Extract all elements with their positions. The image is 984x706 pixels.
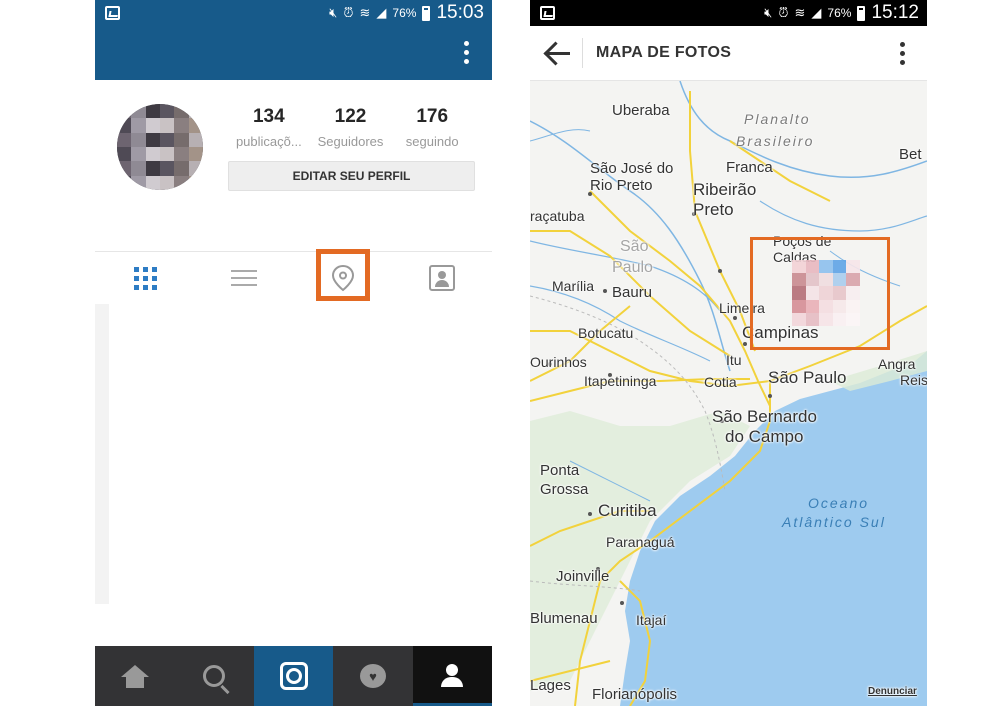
grid-icon bbox=[133, 266, 157, 290]
map-label: Blumenau bbox=[530, 610, 598, 627]
map-label: Florianópolis bbox=[592, 686, 678, 703]
stat-value: 122 bbox=[334, 106, 367, 127]
map-label: Lages bbox=[530, 677, 571, 694]
map-label: Curitiba bbox=[598, 501, 657, 520]
map-label: São Paulo bbox=[768, 368, 847, 387]
tab-list[interactable] bbox=[226, 260, 262, 296]
map-label: Paranaguá bbox=[606, 534, 675, 550]
map-label: Angra bbox=[878, 356, 916, 372]
search-icon bbox=[203, 665, 226, 687]
map-label: Reis bbox=[900, 372, 927, 388]
battery-percent: 76% bbox=[392, 6, 417, 20]
stat-posts[interactable]: 134 publicaçõ... bbox=[228, 106, 310, 149]
home-icon bbox=[120, 665, 149, 688]
highlight-annotation bbox=[750, 237, 890, 350]
map-label: Atlântico Sul bbox=[782, 514, 886, 530]
edit-profile-button[interactable]: EDITAR SEU PERFIL bbox=[228, 161, 475, 191]
map-label: Uberaba bbox=[612, 102, 670, 119]
map-label: Ponta bbox=[540, 462, 580, 479]
map-label: Preto bbox=[693, 200, 734, 219]
overflow-menu-icon[interactable] bbox=[464, 41, 470, 67]
stat-label: Seguidores bbox=[317, 134, 384, 149]
nav-camera[interactable] bbox=[253, 646, 334, 706]
map-label: Planalto bbox=[744, 111, 811, 127]
tab-grid[interactable] bbox=[127, 260, 163, 296]
content-edge bbox=[95, 304, 109, 604]
highlight-annotation bbox=[316, 249, 370, 301]
map-label: Ribeirão bbox=[693, 180, 757, 199]
mute-icon: 🔇︎ bbox=[764, 5, 773, 20]
signal-icon: ◢ bbox=[811, 5, 822, 20]
tagged-photos-icon bbox=[429, 265, 455, 291]
signal-icon: ◢ bbox=[376, 5, 387, 20]
photo-map[interactable]: Uberaba Planalto Brasileiro Franca Bet S… bbox=[530, 81, 927, 706]
gallery-notification-icon bbox=[105, 6, 120, 20]
divider bbox=[582, 38, 583, 68]
alarm-icon: ⏰︎ bbox=[778, 5, 789, 20]
nav-activity[interactable]: ♥ bbox=[333, 646, 412, 706]
back-arrow-icon[interactable] bbox=[544, 42, 570, 64]
map-label: Ourinhos bbox=[530, 354, 587, 370]
app-header: 🔇︎ ⏰︎ ≋ ◢ 76% 15:03 bbox=[95, 0, 492, 80]
stat-followers[interactable]: 122 Seguidores bbox=[310, 106, 392, 149]
profile-icon bbox=[440, 664, 464, 688]
camera-icon bbox=[279, 662, 308, 690]
map-label: do Campo bbox=[725, 427, 804, 446]
battery-icon bbox=[857, 5, 866, 21]
report-link[interactable]: Denunciar bbox=[868, 687, 917, 697]
battery-percent: 76% bbox=[827, 6, 852, 20]
map-label: Oceano bbox=[808, 495, 870, 511]
map-label: Marília bbox=[552, 278, 595, 294]
map-label: Botucatu bbox=[578, 325, 634, 341]
profile-stats: 134 publicaçõ... 122 Seguidores 176 segu… bbox=[228, 106, 473, 149]
map-label: São bbox=[620, 238, 649, 255]
app-bar: MAPA DE FOTOS bbox=[530, 26, 927, 81]
nav-profile[interactable] bbox=[412, 646, 492, 706]
page-title: MAPA DE FOTOS bbox=[596, 44, 732, 61]
map-label: Franca bbox=[726, 159, 773, 176]
nav-home[interactable] bbox=[95, 646, 174, 706]
alarm-icon: ⏰︎ bbox=[343, 5, 354, 20]
stat-following[interactable]: 176 seguindo bbox=[391, 106, 473, 149]
map-label: Itajaí bbox=[636, 612, 667, 628]
wifi-icon: ≋ bbox=[359, 5, 371, 20]
map-label: São Bernardo bbox=[712, 407, 817, 426]
map-label: Bet bbox=[899, 146, 922, 163]
gallery-notification-icon bbox=[540, 6, 555, 20]
profile-screen: 🔇︎ ⏰︎ ≋ ◢ 76% 15:03 134 publicaçõ... 122… bbox=[95, 0, 492, 706]
mute-icon: 🔇︎ bbox=[329, 5, 338, 20]
clock: 15:12 bbox=[871, 2, 919, 23]
map-label: Cotia bbox=[704, 374, 737, 390]
battery-icon bbox=[422, 5, 431, 21]
list-icon bbox=[231, 265, 257, 291]
stat-label: publicaçõ... bbox=[235, 134, 302, 149]
photo-map-screen: 🔇︎ ⏰︎ ≋ ◢ 76% 15:12 MAPA DE FOTOS Uberab… bbox=[530, 0, 927, 706]
profile-tabs bbox=[95, 252, 492, 304]
status-bar: 🔇︎ ⏰︎ ≋ ◢ 76% 15:03 bbox=[95, 0, 492, 26]
wifi-icon: ≋ bbox=[794, 5, 806, 20]
status-bar: 🔇︎ ⏰︎ ≋ ◢ 76% 15:12 bbox=[530, 0, 927, 26]
map-label: Joinville bbox=[556, 568, 610, 585]
overflow-menu-icon[interactable] bbox=[900, 42, 905, 69]
map-label: Itapetininga bbox=[584, 373, 657, 389]
map-label: São José do bbox=[590, 160, 674, 177]
clock: 15:03 bbox=[436, 2, 484, 23]
map-label: raçatuba bbox=[530, 208, 585, 224]
map-label: Paulo bbox=[612, 259, 653, 276]
activity-icon: ♥ bbox=[359, 664, 386, 688]
avatar[interactable] bbox=[117, 104, 203, 190]
stat-label: seguindo bbox=[405, 134, 459, 149]
stat-value: 176 bbox=[416, 106, 449, 127]
map-label: Rio Preto bbox=[590, 177, 653, 194]
nav-search[interactable] bbox=[174, 646, 253, 706]
map-label: Brasileiro bbox=[736, 133, 815, 149]
bottom-navigation: ♥ bbox=[95, 646, 492, 706]
map-label: Bauru bbox=[612, 284, 653, 301]
stat-value: 134 bbox=[252, 106, 285, 127]
map-label: Itu bbox=[726, 352, 742, 368]
tab-tagged[interactable] bbox=[424, 260, 460, 296]
map-label: Grossa bbox=[540, 481, 589, 498]
